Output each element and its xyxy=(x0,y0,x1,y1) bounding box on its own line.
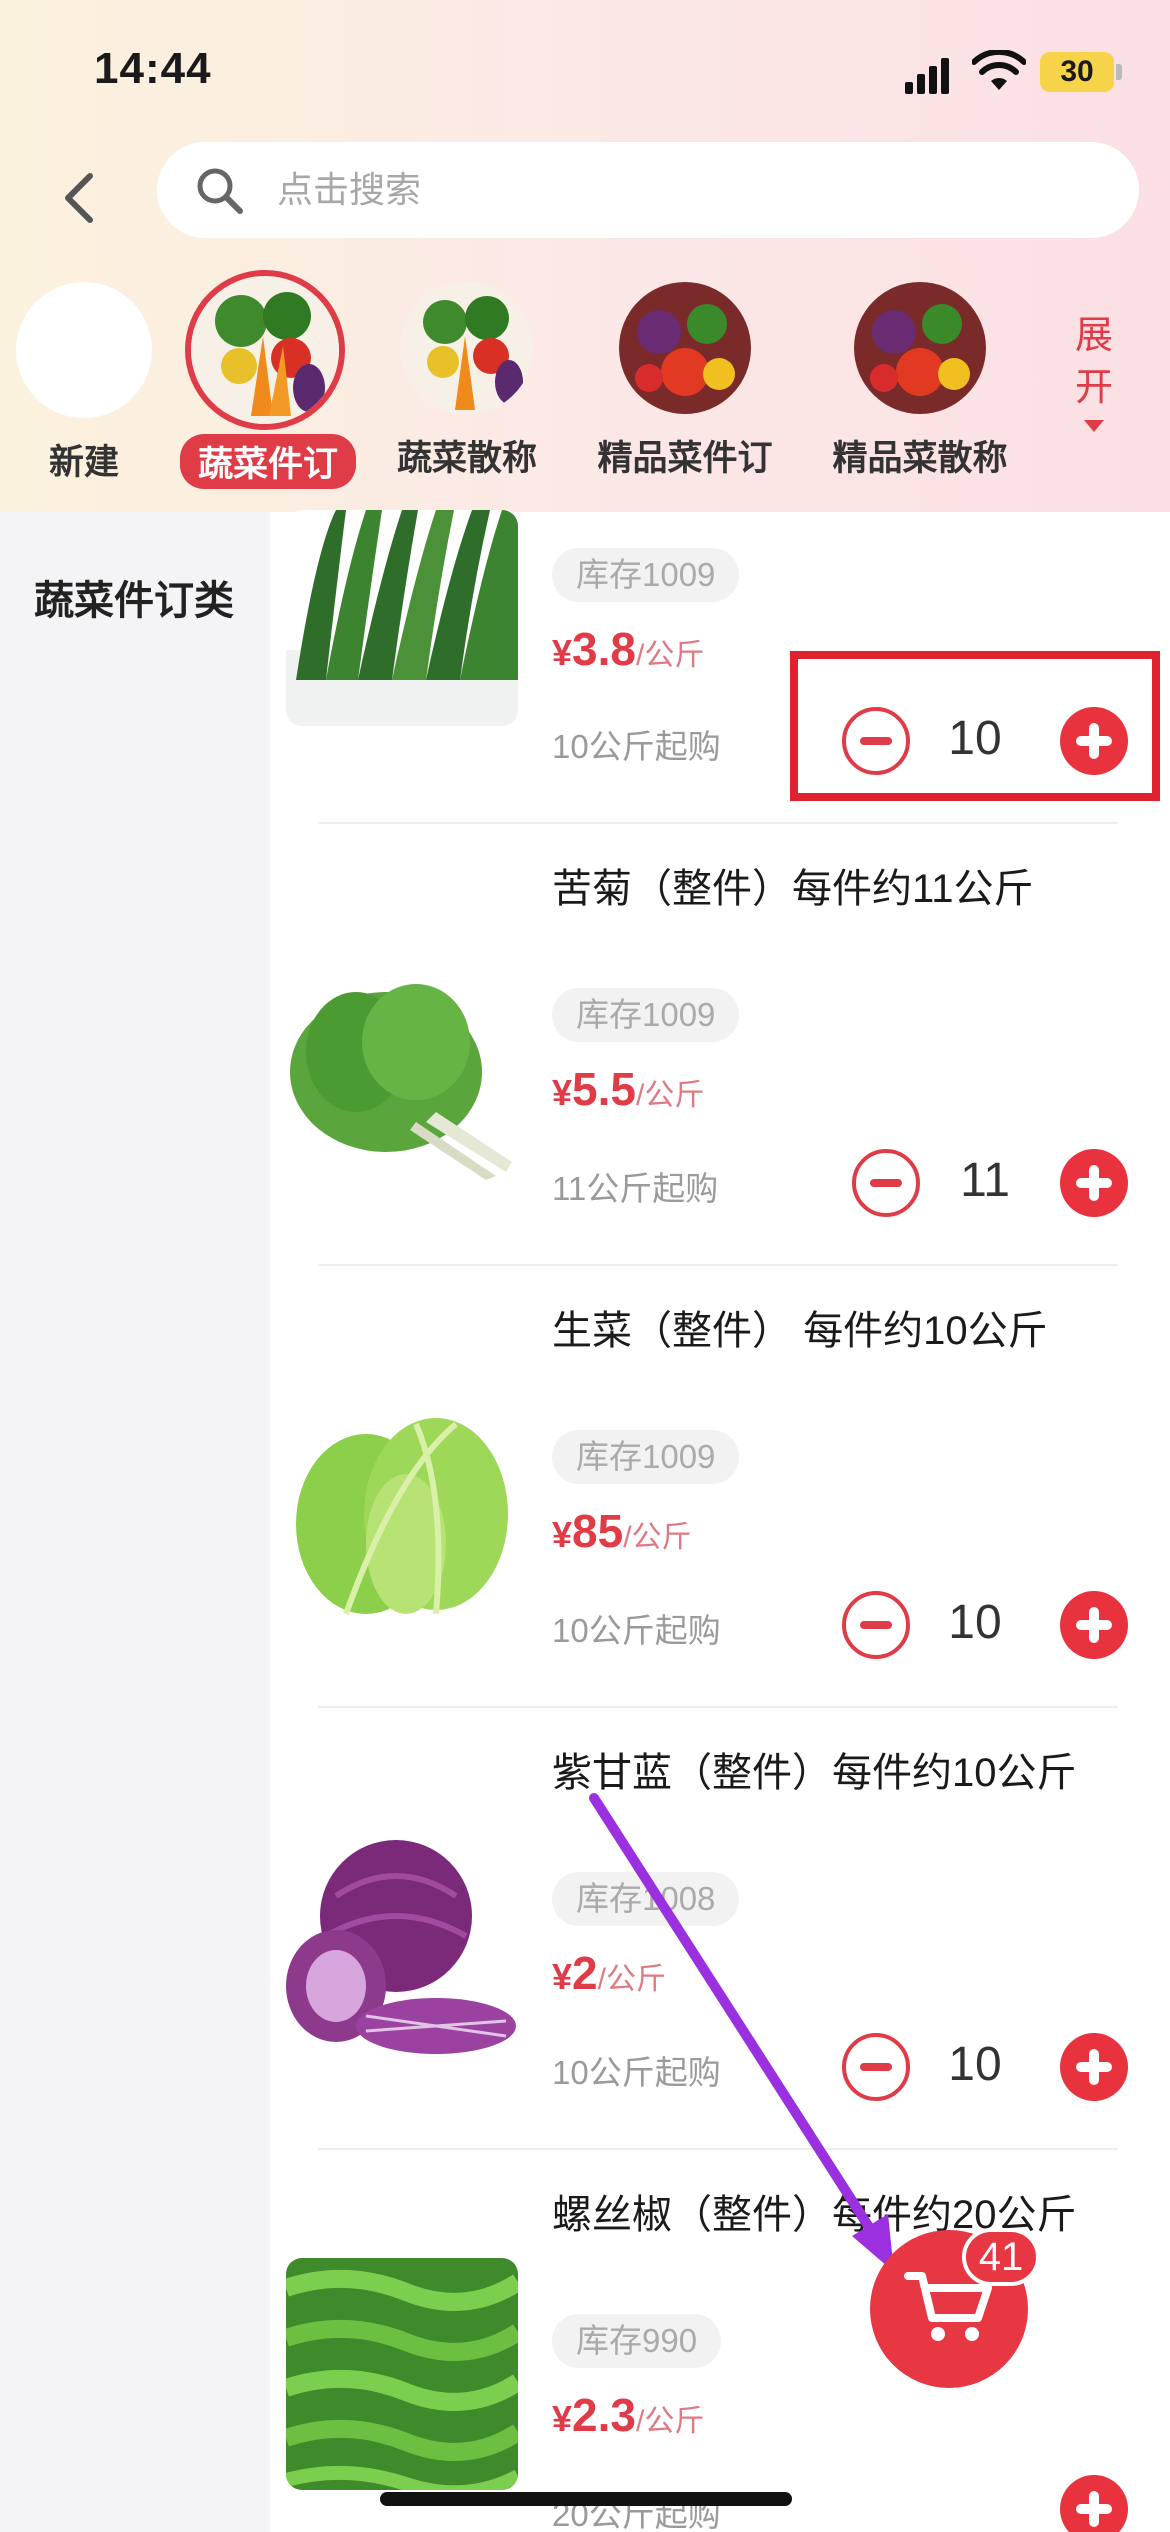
increase-quantity-button[interactable] xyxy=(1060,2033,1128,2101)
product-name: 生菜（整件） 每件约10公斤 xyxy=(552,1309,1048,1353)
product-item[interactable]: 苦菊（整件）每件约11公斤 库存1009 ¥5.5/公斤 11公斤起购 11 xyxy=(270,842,1170,1284)
product-name: 紫甘蓝（整件）每件约10公斤 xyxy=(552,1751,1077,1795)
min-purchase: 10公斤起购 xyxy=(552,728,721,765)
quantity-value[interactable]: 11 xyxy=(930,1153,1040,1208)
increase-quantity-button[interactable] xyxy=(1060,1149,1128,1217)
wifi-icon xyxy=(972,50,1026,90)
category-veg-case-order-image xyxy=(185,270,345,430)
product-price: ¥2.3/公斤 xyxy=(552,2389,705,2441)
product-image-green-peppers xyxy=(286,2258,518,2490)
expand-label-1: 展 xyxy=(1074,315,1113,357)
product-item[interactable]: 生菜（整件） 每件约10公斤 库存1009 ¥85/公斤 10公斤起购 10 xyxy=(270,1284,1170,1726)
sidebar xyxy=(0,512,270,2532)
expand-label-2: 开 xyxy=(1074,367,1113,409)
product-price: ¥85/公斤 xyxy=(552,1505,692,1557)
category-label: 新建 xyxy=(48,443,119,482)
product-name: 苦菊（整件）每件约11公斤 xyxy=(552,867,1034,911)
product-item[interactable]: 紫甘蓝（整件）每件约10公斤 库存1008 ¥2/公斤 10公斤起购 10 xyxy=(270,1726,1170,2168)
annotation-highlight-box xyxy=(790,651,1160,801)
cellular-signal-icon xyxy=(905,58,949,94)
product-price: ¥2/公斤 xyxy=(552,1947,666,1999)
stock-badge: 库存1009 xyxy=(552,548,740,602)
increase-quantity-button[interactable] xyxy=(1060,1591,1128,1659)
expand-categories-button[interactable]: 展 开 xyxy=(1066,310,1122,432)
sidebar-item-veg-case-order[interactable]: 蔬菜件订类 xyxy=(34,568,234,626)
increase-quantity-button[interactable] xyxy=(1060,2475,1128,2532)
product-price: ¥3.8/公斤 xyxy=(552,623,705,675)
divider xyxy=(318,822,1118,824)
divider xyxy=(318,1706,1118,1708)
cart-count-badge: 41 xyxy=(962,2228,1040,2286)
stock-badge: 库存1008 xyxy=(552,1872,740,1926)
product-item[interactable]: 螺丝椒（整件）每件约20公斤 库存990 ¥2.3/公斤 20公斤起购 xyxy=(270,2168,1170,2532)
category-veg-bulk-image xyxy=(401,282,533,414)
search-icon xyxy=(197,168,243,214)
status-bar: 14:44 30 xyxy=(0,0,1170,150)
min-purchase: 10公斤起购 xyxy=(552,2054,721,2091)
battery-tip xyxy=(1116,64,1122,80)
divider xyxy=(318,1264,1118,1266)
product-price: ¥5.5/公斤 xyxy=(552,1063,705,1115)
product-image-red-cabbage xyxy=(286,1836,518,2068)
home-indicator xyxy=(380,2492,792,2506)
category-new[interactable]: 新建 xyxy=(14,282,154,485)
back-arrow-icon[interactable] xyxy=(52,168,112,228)
product-image-romaine xyxy=(286,510,518,726)
stock-badge: 库存1009 xyxy=(552,1430,740,1484)
stock-badge: 库存990 xyxy=(552,2314,722,2368)
search-input[interactable] xyxy=(277,142,1097,238)
category-premium-case-order-image xyxy=(619,282,751,414)
status-time: 14:44 xyxy=(94,44,212,93)
min-purchase: 11公斤起购 xyxy=(552,1170,719,1207)
min-purchase: 10公斤起购 xyxy=(552,1612,721,1649)
decrease-quantity-button[interactable] xyxy=(842,2033,910,2101)
product-image-endive xyxy=(286,952,518,1184)
search-bar[interactable] xyxy=(157,142,1139,238)
quantity-value[interactable]: 10 xyxy=(920,2037,1030,2092)
divider xyxy=(318,2148,1118,2150)
decrease-quantity-button[interactable] xyxy=(852,1149,920,1217)
stock-badge: 库存1009 xyxy=(552,988,740,1042)
product-image-lettuce xyxy=(286,1394,518,1626)
category-premium-bulk-image xyxy=(854,282,986,414)
chevron-down-icon xyxy=(1084,420,1104,432)
decrease-quantity-button[interactable] xyxy=(842,1591,910,1659)
category-new-image xyxy=(16,282,152,418)
battery-indicator: 30 xyxy=(1040,52,1114,92)
quantity-value[interactable]: 10 xyxy=(920,1595,1030,1650)
